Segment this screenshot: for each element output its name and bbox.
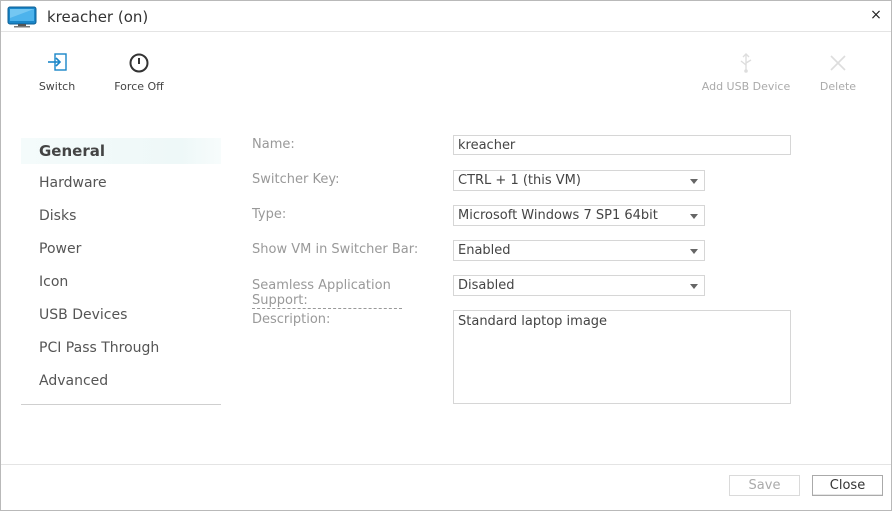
sidebar-item-label: Advanced <box>39 373 109 389</box>
delete-icon <box>830 55 846 71</box>
usb-icon <box>740 53 752 73</box>
sidebar-item-label: Hardware <box>39 175 107 191</box>
close-button[interactable]: Close <box>812 475 883 496</box>
seamless-support-value: Disabled <box>458 278 515 293</box>
show-vm-label: Show VM in Switcher Bar: <box>252 242 419 257</box>
sidebar-item-label: USB Devices <box>39 307 128 323</box>
show-vm-select[interactable]: Enabled <box>453 240 705 261</box>
force-off-label: Force Off <box>114 80 164 93</box>
description-label: Description: <box>252 312 331 327</box>
show-vm-value: Enabled <box>458 243 511 258</box>
switcher-key-value: CTRL + 1 (this VM) <box>458 173 581 188</box>
add-usb-device-button[interactable]: Add USB Device <box>698 52 794 93</box>
sidebar-item-hardware[interactable]: Hardware <box>21 167 221 200</box>
sidebar-item-power[interactable]: Power <box>21 233 221 266</box>
type-select[interactable]: Microsoft Windows 7 SP1 64bit <box>453 205 705 226</box>
sidebar-item-label: Disks <box>39 208 77 224</box>
title-bar: kreacher (on) × <box>1 1 891 32</box>
monitor-icon <box>7 6 37 28</box>
sidebar-item-pci-pass-through[interactable]: PCI Pass Through <box>21 332 221 365</box>
description-field[interactable]: Standard laptop image <box>453 310 791 404</box>
seamless-support-select[interactable]: Disabled <box>453 275 705 296</box>
sidebar-item-label: PCI Pass Through <box>39 340 160 356</box>
sidebar-item-disks[interactable]: Disks <box>21 200 221 233</box>
name-label: Name: <box>252 137 295 152</box>
sidebar-item-label: Power <box>39 241 82 257</box>
switcher-key-label: Switcher Key: <box>252 172 340 187</box>
delete-button[interactable]: Delete <box>815 52 861 93</box>
switch-icon <box>48 53 67 71</box>
chevron-down-icon <box>690 284 698 289</box>
sidebar-item-advanced[interactable]: Advanced <box>21 365 221 398</box>
sidebar-item-icon[interactable]: Icon <box>21 266 221 299</box>
type-label: Type: <box>252 207 287 222</box>
vm-properties-dialog: kreacher (on) × Switch Force Off Add USB… <box>0 0 892 511</box>
chevron-down-icon <box>690 249 698 254</box>
window-title: kreacher (on) <box>47 8 149 26</box>
add-usb-device-label: Add USB Device <box>701 80 791 93</box>
footer-divider <box>1 464 891 465</box>
type-value: Microsoft Windows 7 SP1 64bit <box>458 208 658 223</box>
sidebar-item-general[interactable]: General <box>21 134 221 167</box>
sidebar-item-usb-devices[interactable]: USB Devices <box>21 299 221 332</box>
settings-sidebar: General Hardware Disks Power Icon USB De… <box>21 134 221 405</box>
name-field[interactable]: kreacher <box>453 135 791 155</box>
force-off-button[interactable]: Force Off <box>109 52 169 93</box>
sidebar-item-label: Icon <box>39 274 69 290</box>
switcher-key-select[interactable]: CTRL + 1 (this VM) <box>453 170 705 191</box>
switch-button[interactable]: Switch <box>32 52 82 93</box>
close-icon[interactable]: × <box>868 7 884 23</box>
seamless-support-label: Seamless Application Support: <box>252 278 402 309</box>
chevron-down-icon <box>690 214 698 219</box>
delete-label: Delete <box>819 80 857 93</box>
chevron-down-icon <box>690 179 698 184</box>
sidebar-item-label: General <box>39 142 105 160</box>
switch-label: Switch <box>38 80 76 93</box>
save-button[interactable]: Save <box>729 475 800 496</box>
power-icon <box>129 53 149 73</box>
